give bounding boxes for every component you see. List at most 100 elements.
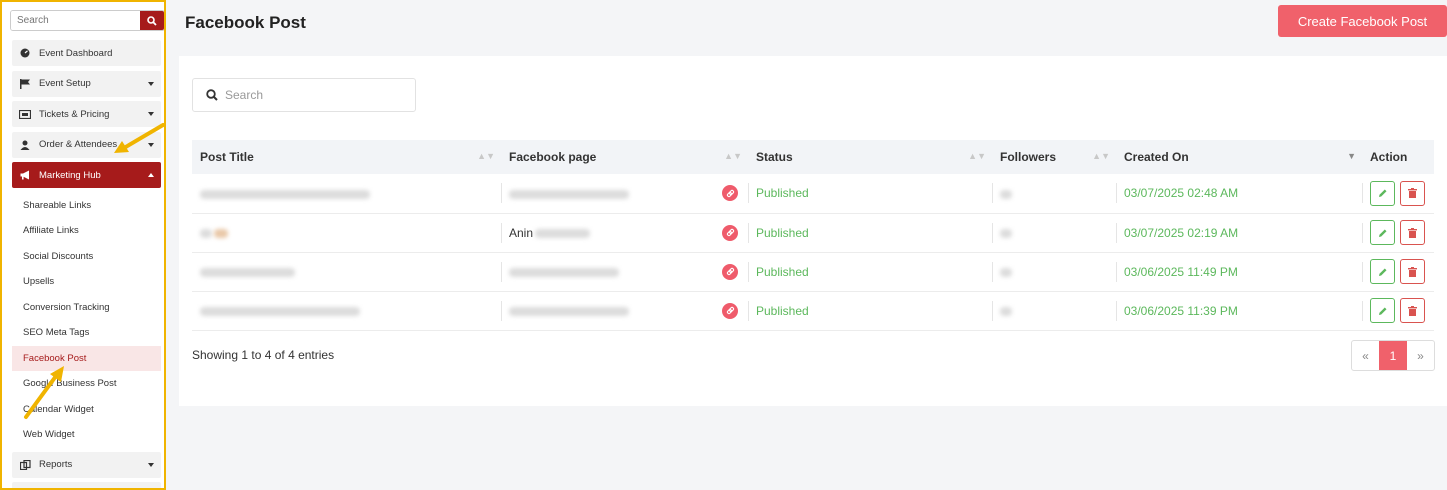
edit-button[interactable] — [1370, 180, 1395, 206]
redacted-text — [200, 267, 295, 277]
pencil-icon — [1378, 307, 1386, 315]
sidebar-item-label: Event Setup — [39, 78, 91, 89]
delete-button[interactable] — [1400, 220, 1425, 245]
cell-followers — [992, 213, 1116, 252]
table-header-row: Post Title ▲▼ Facebook page ▲▼ Status ▲▼ Fo… — [192, 140, 1434, 174]
table-row: Anin Published 03/07/2025 02:19 AM — [192, 213, 1434, 252]
pencil-icon — [1378, 189, 1386, 198]
table-search-input[interactable]: Search — [192, 78, 416, 112]
reports-icon — [19, 459, 31, 471]
link-icon[interactable] — [722, 263, 738, 280]
cell-action — [1362, 252, 1434, 291]
pagination-next[interactable]: » — [1407, 341, 1434, 370]
sort-icon: ▲▼ — [968, 151, 986, 161]
submenu-item-conversion-tracking[interactable]: Conversion Tracking — [12, 295, 161, 321]
edit-button[interactable] — [1370, 298, 1395, 323]
sidebar-item-label: Reports — [39, 459, 73, 470]
pagination-page-1[interactable]: 1 — [1379, 341, 1407, 370]
main-content: Facebook Post Create Facebook Post Searc… — [166, 0, 1447, 490]
cell-created-on: 03/07/2025 02:48 AM — [1116, 174, 1362, 213]
submenu-item-social-discounts[interactable]: Social Discounts — [12, 244, 161, 270]
cell-facebook-page — [501, 174, 748, 213]
posts-card: Search Post Title ▲▼ Facebook page ▲▼ Stat… — [179, 56, 1447, 406]
cell-action — [1362, 291, 1434, 330]
submenu-item-shareable-links[interactable]: Shareable Links — [12, 193, 161, 219]
redacted-text — [1000, 228, 1012, 238]
submenu-item-seo-meta-tags[interactable]: SEO Meta Tags — [12, 320, 161, 346]
chevron-down-icon — [148, 462, 154, 467]
sidebar-item-reports[interactable]: Reports — [12, 451, 161, 478]
submenu-item-affiliate-links[interactable]: Affiliate Links — [12, 218, 161, 244]
column-label: Action — [1370, 150, 1408, 164]
redacted-text — [1000, 306, 1012, 316]
chevron-down-icon — [148, 81, 154, 86]
search-icon — [147, 15, 157, 26]
cell-post-title — [192, 252, 501, 291]
sidebar-item-marketing-hub[interactable]: Marketing Hub — [12, 162, 161, 188]
sidebar-search-input[interactable] — [11, 11, 140, 30]
trash-icon — [1408, 227, 1417, 238]
link-icon[interactable] — [722, 302, 738, 319]
submenu-item-upsells[interactable]: Upsells — [12, 269, 161, 295]
delete-button[interactable] — [1400, 298, 1425, 323]
cell-followers — [992, 252, 1116, 291]
sidebar-item-order-attendees[interactable]: Order & Attendees — [12, 131, 161, 158]
cell-status: Published — [748, 174, 992, 213]
redacted-text — [509, 267, 619, 277]
cell-created-on: 03/06/2025 11:49 PM — [1116, 252, 1362, 291]
sidebar-search-button[interactable] — [140, 11, 164, 30]
cell-followers — [992, 291, 1116, 330]
cell-facebook-page — [501, 252, 748, 291]
pagination-prev[interactable]: « — [1352, 341, 1379, 370]
redacted-text — [509, 189, 629, 199]
pencil-icon — [1378, 268, 1386, 276]
redacted-text — [535, 228, 591, 238]
column-label: Followers — [1000, 150, 1057, 164]
create-facebook-post-button[interactable]: Create Facebook Post — [1278, 5, 1447, 37]
trash-icon — [1408, 305, 1417, 316]
cell-post-title — [192, 291, 501, 330]
column-header-facebook-page[interactable]: Facebook page ▲▼ — [501, 140, 748, 174]
column-label: Status — [756, 150, 793, 164]
submenu-item-calendar-widget[interactable]: Calendar Widget — [12, 397, 161, 423]
redacted-text — [509, 306, 629, 316]
page-title: Facebook Post — [185, 13, 306, 32]
chevron-up-icon — [148, 173, 154, 177]
column-label: Facebook page — [509, 150, 597, 164]
sidebar-item-event-dashboard[interactable]: Event Dashboard — [12, 40, 161, 66]
table-row: Published 03/06/2025 11:39 PM — [192, 291, 1434, 330]
column-label: Post Title — [200, 150, 254, 164]
submenu-item-web-widget[interactable]: Web Widget — [12, 422, 161, 448]
column-header-status[interactable]: Status ▲▼ — [748, 140, 992, 174]
search-placeholder: Search — [225, 88, 264, 102]
marketing-hub-submenu: Shareable Links Affiliate Links Social D… — [12, 193, 161, 448]
cell-created-on: 03/06/2025 11:39 PM — [1116, 291, 1362, 330]
table-row: Published 03/06/2025 11:49 PM — [192, 252, 1434, 291]
submenu-item-google-business-post[interactable]: Google Business Post — [12, 371, 161, 397]
dashboard-icon — [19, 47, 31, 59]
sidebar-item-tickets-pricing[interactable]: Tickets & Pricing — [12, 101, 161, 127]
cell-created-on: 03/07/2025 02:19 AM — [1116, 213, 1362, 252]
sidebar-item-label: Order & Attendees — [39, 139, 118, 150]
chevron-down-icon — [148, 142, 154, 147]
cell-post-title — [192, 174, 501, 213]
edit-button[interactable] — [1370, 220, 1395, 245]
edit-button[interactable] — [1370, 259, 1395, 284]
sidebar-item-event-setup[interactable]: Event Setup — [12, 70, 161, 97]
link-icon[interactable] — [722, 185, 738, 201]
column-header-followers[interactable]: Followers ▲▼ — [992, 140, 1116, 174]
sidebar: Event Dashboard Event Setup Tickets & Pr… — [0, 0, 166, 490]
delete-button[interactable] — [1400, 259, 1425, 284]
column-header-created-on[interactable]: Created On ▼ — [1116, 140, 1362, 174]
posts-table: Post Title ▲▼ Facebook page ▲▼ Status ▲▼ Fo… — [192, 140, 1434, 331]
redacted-text — [1000, 189, 1012, 199]
redacted-text — [214, 228, 228, 238]
cell-status: Published — [748, 213, 992, 252]
pencil-icon — [1378, 229, 1386, 237]
link-icon[interactable] — [722, 224, 738, 241]
submenu-item-facebook-post[interactable]: Facebook Post — [12, 345, 161, 371]
column-header-post-title[interactable]: Post Title ▲▼ — [192, 140, 501, 174]
delete-button[interactable] — [1400, 180, 1425, 206]
sidebar-item-next[interactable] — [12, 482, 161, 488]
ticket-icon — [19, 108, 31, 120]
